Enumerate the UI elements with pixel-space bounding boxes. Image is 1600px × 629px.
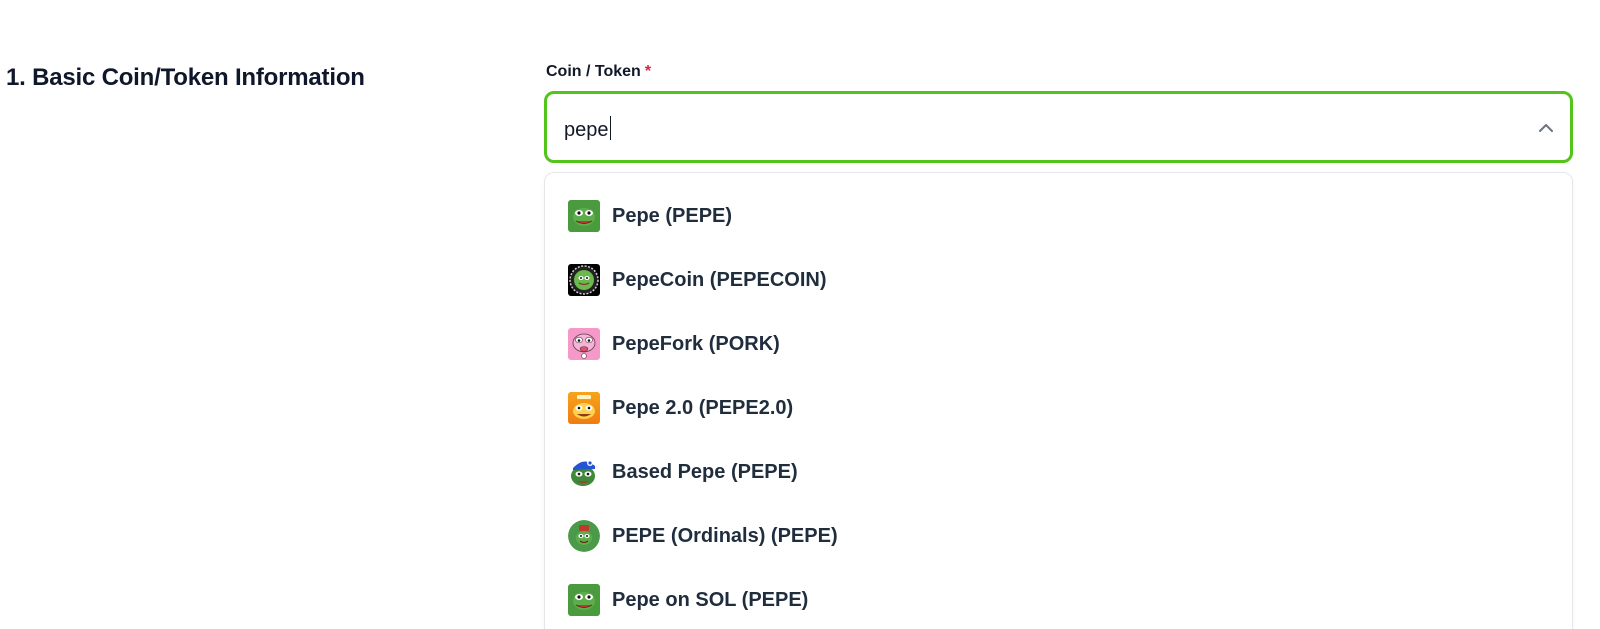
required-mark: * (644, 63, 652, 80)
coin-token-label: Coin / Token * (546, 63, 651, 81)
pepefork-icon (568, 328, 600, 360)
pepe-sol-icon (568, 584, 600, 616)
pepe2-icon (568, 392, 600, 424)
option-based-pepe[interactable]: Based Pepe (PEPE) (545, 440, 1572, 504)
option-label: Based Pepe (PEPE) (612, 460, 798, 483)
option-label: PEPE (Ordinals) (PEPE) (612, 524, 838, 547)
option-pepefork[interactable]: PepeFork (PORK) (545, 312, 1572, 376)
pepe-ordinals-icon (568, 520, 600, 552)
option-pepe2[interactable]: Pepe 2.0 (PEPE2.0) (545, 376, 1572, 440)
text-caret (609, 116, 611, 140)
option-label: Pepe on SOL (PEPE) (612, 588, 809, 611)
option-label: PepeCoin (PEPECOIN) (612, 268, 827, 291)
option-label: PepeFork (PORK) (612, 332, 780, 355)
pepe-frog-icon (568, 200, 600, 232)
pepecoin-icon (568, 264, 600, 296)
coin-token-select[interactable]: pepe (544, 91, 1573, 163)
chevron-up-icon[interactable] (1536, 118, 1556, 138)
option-pepe-sol[interactable]: Pepe on SOL (PEPE) (545, 568, 1572, 629)
coin-token-dropdown: Pepe (PEPE) PepeCoin (PEPECOIN) PepeFork… (544, 172, 1573, 629)
field-label-text: Coin / Token (546, 63, 641, 80)
coin-token-search-input[interactable]: pepe (564, 116, 611, 142)
option-pepe[interactable]: Pepe (PEPE) (545, 184, 1572, 248)
section-title: 1. Basic Coin/Token Information (6, 64, 365, 91)
option-pepecoin[interactable]: PepeCoin (PEPECOIN) (545, 248, 1572, 312)
based-pepe-icon (568, 456, 600, 488)
search-input-value: pepe (564, 119, 609, 141)
option-label: Pepe 2.0 (PEPE2.0) (612, 396, 794, 419)
option-label: Pepe (PEPE) (612, 204, 733, 227)
option-pepe-ordinals[interactable]: PEPE (Ordinals) (PEPE) (545, 504, 1572, 568)
page: 1. Basic Coin/Token Information Coin / T… (0, 0, 1600, 629)
